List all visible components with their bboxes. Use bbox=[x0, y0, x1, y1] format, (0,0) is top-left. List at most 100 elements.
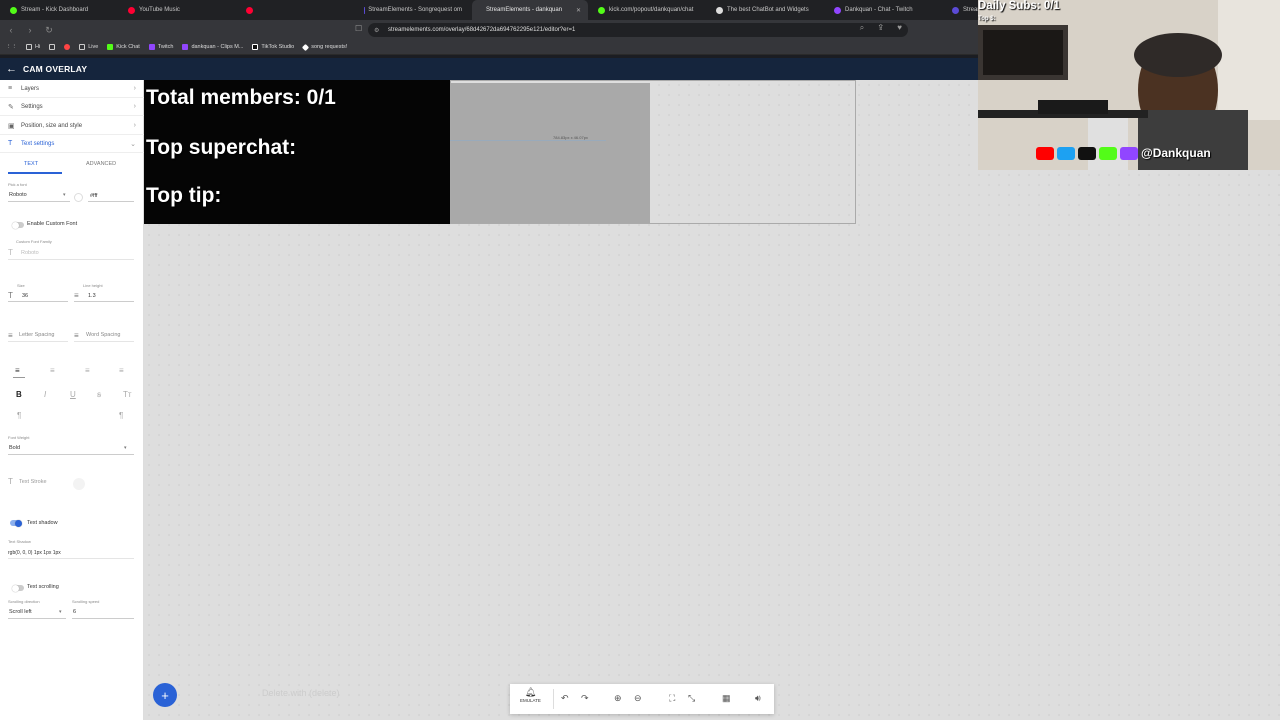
sidebar-item-settings[interactable]: ✎ Settings › bbox=[0, 98, 144, 116]
plus-icon: + bbox=[161, 687, 169, 703]
tab-chatbot-widgets[interactable]: The best ChatBot and Widgets bbox=[706, 0, 824, 20]
top-superchat-text[interactable]: Top superchat: bbox=[146, 136, 296, 160]
total-members-text[interactable]: Total members: 0/1 bbox=[146, 86, 336, 110]
apps-icon[interactable]: ⋮⋮ bbox=[6, 44, 17, 50]
forward-icon[interactable]: › bbox=[22, 25, 38, 35]
line-height-label: Line height bbox=[83, 283, 103, 288]
actual-size-icon[interactable]: ⤡ bbox=[688, 693, 695, 704]
font-weight-label: Font Weight bbox=[8, 435, 30, 440]
font-weight-select[interactable]: Bold bbox=[9, 445, 20, 451]
scroll-direction-select[interactable]: Scroll left bbox=[9, 609, 32, 615]
bookmark-hi[interactable]: Hi bbox=[26, 44, 40, 50]
twitch-icon bbox=[834, 6, 841, 14]
sidebar-item-position[interactable]: ▣ Position, size and style › bbox=[0, 117, 144, 135]
add-widget-button[interactable]: + bbox=[153, 683, 177, 707]
text-shadow-toggle-label: Text shadow bbox=[27, 520, 58, 526]
fit-screen-icon[interactable]: ⛶ bbox=[669, 693, 675, 704]
back-icon[interactable]: ‹ bbox=[3, 25, 19, 35]
chatbot-icon bbox=[716, 6, 723, 14]
bookmark-tiktok[interactable]: TikTok Studio bbox=[252, 44, 294, 50]
tab-streamelements-dankquan[interactable]: StreamElements - dankquan ✕ bbox=[472, 0, 588, 20]
word-spacing-input[interactable]: Word Spacing bbox=[86, 332, 120, 338]
bookmark-live[interactable]: Live bbox=[79, 44, 98, 50]
align-left-active-indicator bbox=[13, 377, 25, 378]
text-widget-background[interactable]: Total members: 0/1 Top superchat: Top ti… bbox=[144, 80, 450, 224]
tab-youtube-music-2[interactable] bbox=[236, 0, 354, 20]
bookmark-song-requests[interactable]: song requests! bbox=[302, 43, 347, 51]
reload-icon[interactable]: ↻ bbox=[41, 25, 57, 36]
volume-icon[interactable]: 🔊︎ bbox=[755, 693, 761, 704]
custom-font-toggle[interactable] bbox=[12, 221, 24, 229]
widget-selection-frame[interactable] bbox=[450, 80, 856, 224]
undo-icon[interactable]: ↶ bbox=[561, 693, 569, 704]
delete-hint: Delete with (delete) bbox=[262, 688, 340, 698]
webcam-feed: Daily Subs: 0/1 Top $: @Dankquan bbox=[978, 0, 1280, 170]
text-shadow-toggle[interactable] bbox=[10, 519, 22, 527]
bookmark-clips[interactable]: dankquan - Clips M... bbox=[182, 44, 243, 50]
bold-icon[interactable]: B bbox=[16, 390, 22, 399]
folder-icon bbox=[26, 44, 32, 50]
strikethrough-icon[interactable]: ꞩ bbox=[97, 390, 101, 399]
color-swatch[interactable] bbox=[74, 193, 83, 202]
align-justify-icon[interactable]: ≡ bbox=[119, 366, 124, 375]
tab-text[interactable]: TEXT bbox=[24, 161, 38, 167]
bookmark-twitch[interactable]: Twitch bbox=[148, 44, 173, 50]
text-stroke-swatch[interactable] bbox=[73, 478, 85, 490]
bookmark-red[interactable] bbox=[64, 44, 71, 50]
align-right-icon[interactable]: ≡ bbox=[85, 366, 90, 375]
top-tip-text[interactable]: Top tip: bbox=[146, 184, 221, 208]
font-family-icon: T bbox=[8, 248, 13, 257]
paragraph-ltr-icon[interactable]: ¶ bbox=[17, 411, 21, 420]
folder-icon bbox=[79, 44, 86, 50]
bookmark-folder[interactable] bbox=[49, 44, 56, 50]
paragraph-rtl-icon[interactable]: ¶ bbox=[119, 411, 123, 420]
tab-advanced[interactable]: ADVANCED bbox=[86, 161, 116, 167]
bookmark-kick-chat[interactable]: Kick Chat bbox=[107, 44, 140, 50]
overlay-title: CAM OVERLAY bbox=[23, 64, 88, 74]
letter-spacing-icon: ≡ bbox=[8, 331, 13, 340]
font-picker-select[interactable]: Roboto bbox=[9, 192, 27, 198]
site-info-icon[interactable]: ⚙ bbox=[374, 27, 379, 34]
text-shadow-input[interactable]: rgb(0, 0, 0) 1px 1px 1px bbox=[8, 550, 61, 556]
omnibox-action-icons[interactable]: ⌕ ⇪ ♥ bbox=[860, 23, 908, 33]
streamer-handle: @Dankquan bbox=[1141, 146, 1211, 160]
text-case-icon[interactable]: Tт bbox=[123, 390, 132, 399]
selection-guide-line bbox=[450, 140, 606, 141]
arrow-left-icon[interactable]: ← bbox=[6, 63, 17, 75]
grid-icon[interactable]: ▦ bbox=[722, 693, 731, 704]
text-scrolling-toggle-label: Text scrolling bbox=[27, 584, 59, 590]
italic-icon[interactable]: I bbox=[44, 390, 46, 399]
url-input[interactable]: ⚙ streamelements.com/overlay/68d42672da6… bbox=[368, 23, 908, 37]
redo-icon[interactable]: ↷ bbox=[581, 693, 589, 704]
scroll-speed-label: Scrolling speed bbox=[72, 599, 100, 604]
canvas-toolbar: 🔔︎ EMULATE ↶ ↷ ⊕ ⊖ ⛶ ⤡ ▦ 🔊︎ bbox=[510, 684, 774, 714]
tab-kick-chat[interactable]: kick.com/popout/dankquan/chat bbox=[588, 0, 706, 20]
tiktok-icon bbox=[252, 44, 259, 50]
underline-icon[interactable]: U bbox=[70, 390, 76, 399]
record-icon bbox=[64, 44, 71, 50]
bookmark-star-icon[interactable]: ☐ bbox=[355, 24, 362, 33]
emulate-button[interactable]: 🔔︎ EMULATE bbox=[520, 687, 541, 703]
tab-songrequest[interactable]: StreamElements - Songrequest om bbox=[354, 0, 472, 20]
align-center-icon[interactable]: ≡ bbox=[50, 366, 55, 375]
letter-spacing-input[interactable]: Letter Spacing bbox=[19, 332, 54, 338]
sidebar-item-layers[interactable]: ≡ Layers › bbox=[0, 80, 144, 98]
zoom-out-icon[interactable]: ⊖ bbox=[634, 693, 642, 704]
align-left-icon[interactable]: ≡ bbox=[15, 366, 20, 375]
custom-font-input[interactable]: Roboto bbox=[21, 250, 39, 256]
close-tab-icon[interactable]: ✕ bbox=[576, 7, 581, 14]
size-input[interactable]: 36 bbox=[22, 293, 28, 299]
font-color-input[interactable]: #fff bbox=[90, 193, 97, 199]
layers-icon: ≡ bbox=[8, 85, 13, 92]
text-scrolling-toggle[interactable] bbox=[12, 584, 24, 592]
zoom-in-icon[interactable]: ⊕ bbox=[614, 693, 622, 704]
sidebar-item-text-settings[interactable]: T Text settings ⌄ bbox=[0, 135, 144, 153]
scroll-speed-input[interactable]: 6 bbox=[73, 609, 76, 615]
tab-twitch-chat[interactable]: Dankquan - Chat - Twitch bbox=[824, 0, 942, 20]
text-stroke-icon: T bbox=[8, 477, 13, 486]
line-height-input[interactable]: 1.3 bbox=[88, 293, 96, 299]
folder-icon bbox=[49, 44, 56, 50]
tab-youtube-music[interactable]: YouTube Music bbox=[118, 0, 236, 20]
twitter-icon bbox=[1057, 146, 1075, 160]
tab-kick-dashboard[interactable]: Stream - Kick Dashboard bbox=[0, 0, 118, 20]
